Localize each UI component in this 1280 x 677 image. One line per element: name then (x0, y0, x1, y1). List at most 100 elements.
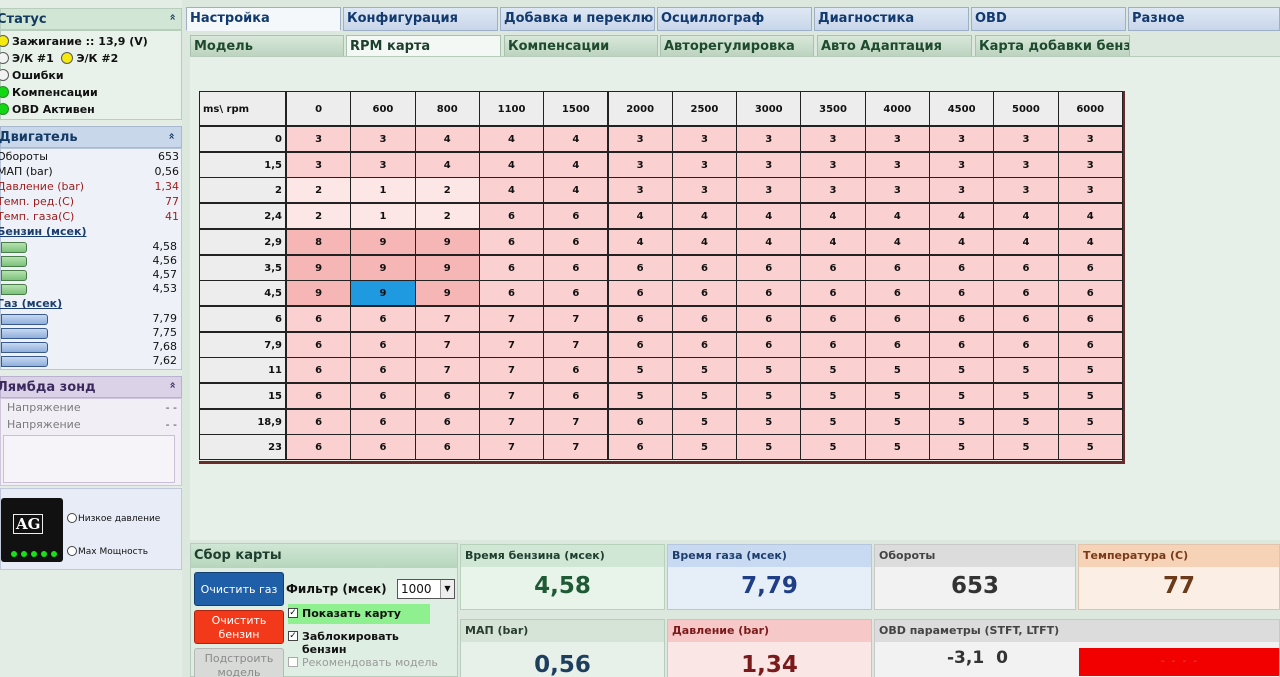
tab-configuration[interactable]: Конфигурация (343, 7, 498, 31)
map-cell[interactable]: 3 (800, 177, 866, 204)
map-cell[interactable]: 6 (671, 305, 738, 332)
subtab-model[interactable]: Модель (190, 35, 344, 57)
radio-icon[interactable] (67, 546, 77, 556)
map-cell[interactable]: 1 (350, 177, 416, 204)
map-cell[interactable]: 3 (607, 126, 673, 152)
map-cell[interactable]: 3 (286, 151, 352, 178)
map-cell[interactable]: 2 (286, 203, 352, 230)
map-cell[interactable]: 5 (800, 383, 866, 409)
map-cell[interactable]: 6 (478, 203, 545, 230)
map-cell[interactable]: 3 (286, 126, 352, 152)
map-cell[interactable]: 6 (607, 408, 673, 435)
map-cell[interactable]: 6 (350, 408, 416, 435)
map-cell[interactable]: 6 (350, 434, 416, 461)
map-cell[interactable]: 4 (414, 151, 480, 178)
map-cell[interactable]: 9 (350, 254, 416, 281)
map-cell[interactable]: 7 (543, 305, 609, 332)
engine-section-header[interactable]: Двигатель « (0, 126, 182, 148)
map-cell[interactable]: 4 (736, 203, 802, 230)
map-cell[interactable]: 4 (864, 203, 930, 230)
map-cell[interactable]: 3 (1057, 177, 1123, 204)
map-cell[interactable]: 6 (543, 383, 609, 409)
map-cell[interactable]: 6 (671, 254, 738, 281)
map-cell[interactable]: 6 (543, 280, 609, 307)
show-map-checkbox[interactable]: ✓ Показать карту (288, 604, 430, 624)
map-cell[interactable]: 6 (864, 254, 930, 281)
map-cell[interactable]: 7 (543, 408, 609, 435)
map-cell[interactable]: 6 (607, 254, 673, 281)
map-cell[interactable]: 5 (864, 357, 930, 384)
map-cell[interactable]: 7 (478, 331, 545, 358)
subtab-auto-adaptation[interactable]: Авто Адаптация (817, 35, 972, 57)
tab-addition-switch[interactable]: Добавка и переключение (500, 7, 655, 31)
map-cell[interactable]: 4 (993, 203, 1059, 230)
map-cell[interactable]: 4 (929, 228, 995, 255)
map-cell[interactable]: 9 (350, 228, 416, 255)
map-cell[interactable]: 6 (478, 254, 545, 281)
map-cell[interactable]: 6 (929, 331, 995, 358)
map-cell[interactable]: 5 (993, 357, 1059, 384)
map-cell[interactable]: 3 (864, 126, 930, 152)
map-cell[interactable]: 3 (736, 126, 802, 152)
map-cell[interactable]: 4 (478, 151, 545, 178)
map-cell[interactable]: 6 (607, 280, 673, 307)
map-cell[interactable]: 6 (543, 357, 609, 384)
map-cell[interactable]: 7 (543, 331, 609, 358)
map-cell[interactable]: 4 (607, 203, 673, 230)
map-cell[interactable]: 5 (1057, 383, 1123, 409)
map-cell[interactable]: 6 (736, 331, 802, 358)
map-cell[interactable]: 9 (286, 254, 352, 281)
map-cell[interactable]: 6 (671, 280, 738, 307)
status-section-header[interactable]: Статус « (0, 8, 182, 30)
map-cell[interactable]: 5 (800, 357, 866, 384)
map-cell[interactable]: 5 (736, 357, 802, 384)
map-cell[interactable]: 2 (286, 177, 352, 204)
map-cell[interactable]: 6 (286, 408, 352, 435)
tab-settings[interactable]: Настройка (186, 7, 341, 31)
map-cell[interactable]: 6 (607, 305, 673, 332)
lambda-section-header[interactable]: Лямбда зонд « (0, 376, 182, 398)
max-power-radio[interactable]: Max Мощность (67, 546, 148, 557)
map-cell[interactable]: 4 (543, 126, 609, 152)
map-cell[interactable]: 6 (864, 280, 930, 307)
subtab-petrol-addition-map[interactable]: Карта добавки бензина (975, 35, 1130, 57)
subtab-rpm-map[interactable]: RPM карта (346, 35, 501, 57)
map-cell[interactable]: 9 (414, 228, 480, 255)
clear-gas-button[interactable]: Очистить газ (194, 572, 284, 606)
map-cell[interactable]: 6 (929, 280, 995, 307)
map-cell[interactable]: 6 (607, 331, 673, 358)
map-cell[interactable]: 6 (414, 383, 480, 409)
map-cell[interactable]: 6 (1057, 280, 1123, 307)
map-cell[interactable]: 6 (864, 305, 930, 332)
map-cell[interactable]: 7 (478, 434, 545, 461)
checkbox-icon[interactable] (288, 657, 298, 667)
map-cell[interactable]: 3 (993, 126, 1059, 152)
map-cell[interactable]: 6 (607, 434, 673, 461)
checkbox-icon[interactable]: ✓ (288, 631, 298, 641)
map-cell[interactable]: 3 (800, 126, 866, 152)
collapse-icon[interactable]: « (160, 132, 182, 139)
map-cell[interactable]: 3 (864, 151, 930, 178)
map-cell[interactable]: 5 (864, 408, 930, 435)
map-cell[interactable]: 3 (929, 177, 995, 204)
map-cell[interactable]: 9 (414, 254, 480, 281)
map-cell[interactable]: 7 (414, 331, 480, 358)
tab-oscilloscope[interactable]: Осциллограф (657, 7, 812, 31)
checkbox-icon[interactable]: ✓ (288, 608, 298, 618)
chevron-down-icon[interactable]: ▼ (440, 580, 454, 598)
recommend-model-checkbox[interactable]: Рекомендовать модель (288, 656, 438, 669)
map-cell[interactable]: 4 (478, 126, 545, 152)
map-cell[interactable]: 7 (414, 357, 480, 384)
map-cell[interactable]: 5 (800, 408, 866, 435)
map-cell[interactable]: 9 (414, 280, 480, 307)
map-cell[interactable]: 8 (286, 228, 352, 255)
map-cell[interactable]: 6 (414, 434, 480, 461)
map-cell[interactable]: 4 (736, 228, 802, 255)
map-cell[interactable]: 5 (800, 434, 866, 461)
map-cell[interactable]: 6 (1057, 305, 1123, 332)
map-cell[interactable]: 6 (736, 280, 802, 307)
map-cell[interactable]: 6 (286, 434, 352, 461)
tab-obd[interactable]: OBD (971, 7, 1126, 31)
map-cell[interactable]: 6 (671, 331, 738, 358)
map-cell[interactable]: 3 (350, 126, 416, 152)
